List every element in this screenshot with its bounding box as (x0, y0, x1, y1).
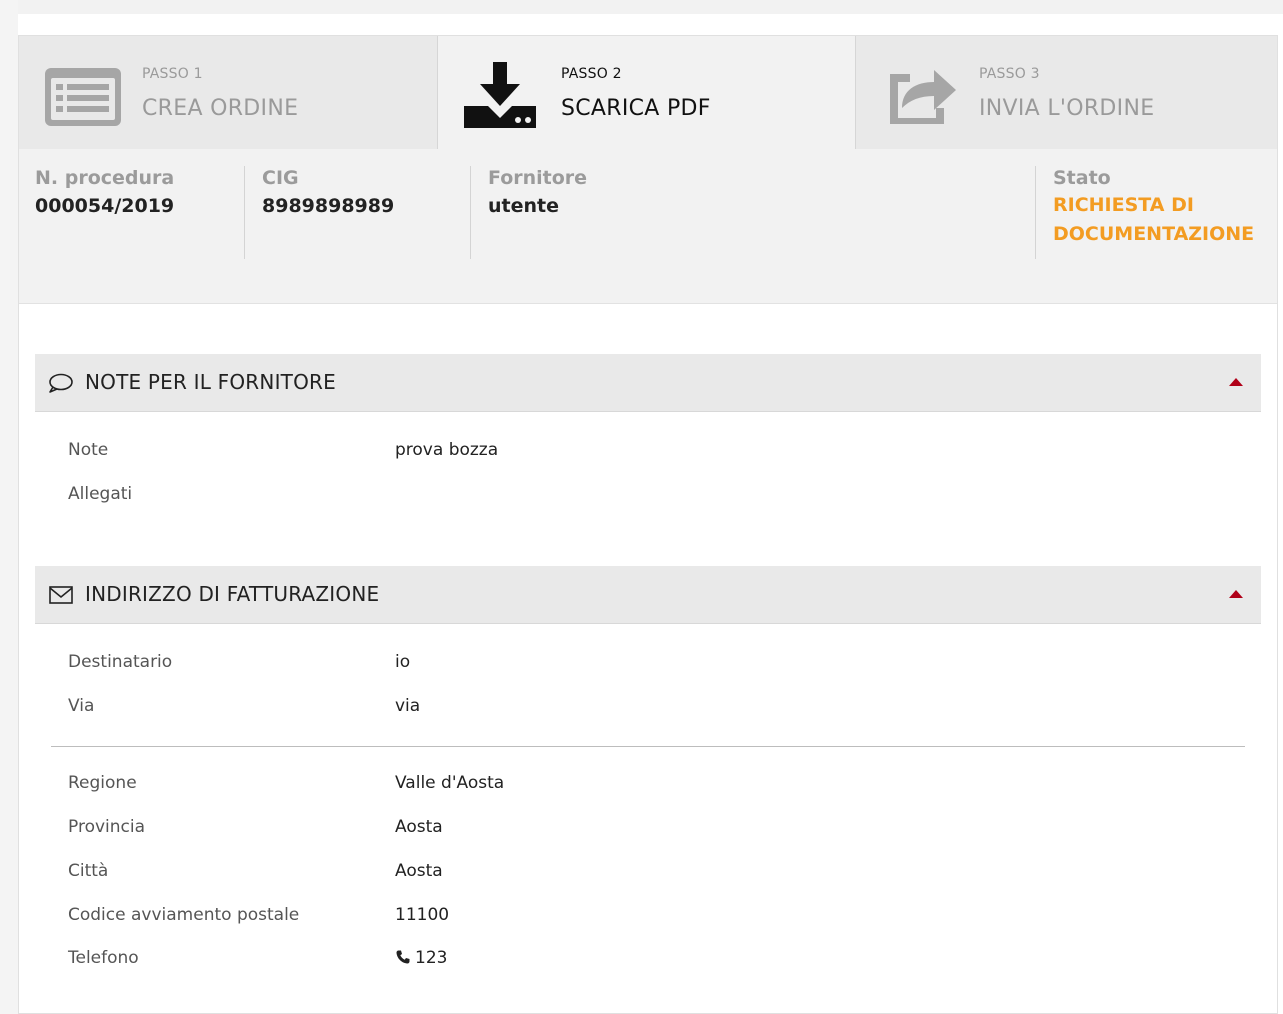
step-label: CREA ORDINE (142, 96, 299, 121)
info-cig: CIG 8989898989 (262, 167, 394, 217)
info-value: 000054/2019 (35, 195, 175, 217)
info-stato: Stato RICHIESTA DI DOCUMENTAZIONE (1053, 167, 1254, 249)
status-badge: RICHIESTA DI DOCUMENTAZIONE (1053, 191, 1254, 249)
section-title: INDIRIZZO DI FATTURAZIONE (85, 582, 380, 606)
row-value: 11100 (395, 905, 450, 925)
page-top-band (0, 0, 1283, 14)
row-value: prova bozza (395, 440, 499, 460)
detail-row: Via via (68, 696, 1248, 726)
download-icon (464, 62, 536, 128)
divider (1035, 166, 1036, 259)
detail-row: Città Aosta (68, 861, 1248, 891)
detail-row: Provincia Aosta (68, 817, 1248, 847)
collapse-caret-icon[interactable] (1229, 590, 1243, 598)
step-number: PASSO 2 (561, 66, 622, 82)
row-value: Valle d'Aosta (395, 773, 505, 793)
list-icon (45, 68, 121, 126)
step-invia-ordine[interactable]: PASSO 3 INVIA L'ORDINE (856, 36, 1277, 149)
detail-row: Allegati (68, 484, 1248, 514)
detail-row: Telefono 123 (68, 948, 1248, 978)
step-number: PASSO 1 (142, 66, 203, 82)
step-number: PASSO 3 (979, 66, 1040, 82)
envelope-icon (49, 586, 73, 604)
collapse-caret-icon[interactable] (1229, 378, 1243, 386)
row-value: Aosta (395, 817, 443, 837)
section-title: NOTE PER IL FORNITORE (85, 370, 336, 394)
phone-icon (396, 950, 410, 964)
info-value: utente (488, 195, 559, 217)
order-info-bar: N. procedura 000054/2019 CIG 8989898989 … (19, 149, 1277, 304)
phone-value[interactable]: 123 (395, 948, 447, 968)
row-label: Codice avviamento postale (68, 905, 300, 925)
phone-number: 123 (415, 948, 448, 968)
order-panel: PASSO 1 CREA ORDINE PASSO 2 SCARICA PDF … (18, 35, 1278, 1014)
info-value: 8989898989 (262, 195, 395, 217)
divider (470, 166, 471, 259)
detail-row: Destinatario io (68, 652, 1248, 682)
step-label: SCARICA PDF (561, 96, 711, 121)
step-crea-ordine[interactable]: PASSO 1 CREA ORDINE (19, 36, 438, 149)
info-label: CIG (262, 167, 299, 189)
detail-row: Regione Valle d'Aosta (68, 773, 1248, 803)
row-label: Provincia (68, 817, 146, 837)
step-scarica-pdf[interactable]: PASSO 2 SCARICA PDF (438, 36, 856, 149)
row-label: Città (68, 861, 109, 881)
step-label: INVIA L'ORDINE (979, 96, 1155, 121)
row-value: Aosta (395, 861, 443, 881)
divider (244, 166, 245, 259)
share-icon (890, 70, 956, 124)
status-line: DOCUMENTAZIONE (1053, 223, 1255, 245)
order-steps: PASSO 1 CREA ORDINE PASSO 2 SCARICA PDF … (19, 36, 1277, 149)
info-fornitore: Fornitore utente (488, 167, 587, 217)
info-label: Fornitore (488, 167, 588, 189)
detail-row: Note prova bozza (68, 440, 1248, 470)
row-label: Allegati (68, 484, 133, 504)
row-label: Regione (68, 773, 137, 793)
comment-icon (49, 373, 73, 393)
section-header-fatturazione[interactable]: INDIRIZZO DI FATTURAZIONE (35, 566, 1261, 624)
info-procedura: N. procedura 000054/2019 (35, 167, 174, 217)
status-line: RICHIESTA DI (1053, 194, 1194, 216)
page-left-band (0, 0, 18, 1014)
info-label: Stato (1053, 167, 1111, 189)
detail-row: Codice avviamento postale 11100 (68, 905, 1248, 935)
row-label: Note (68, 440, 109, 460)
section-header-note[interactable]: NOTE PER IL FORNITORE (35, 354, 1261, 412)
info-label: N. procedura (35, 167, 175, 189)
row-label: Telefono (68, 948, 139, 968)
section-divider (51, 746, 1245, 747)
row-label: Destinatario (68, 652, 173, 672)
row-label: Via (68, 696, 95, 716)
row-value: io (395, 652, 411, 672)
row-value: via (395, 696, 421, 716)
